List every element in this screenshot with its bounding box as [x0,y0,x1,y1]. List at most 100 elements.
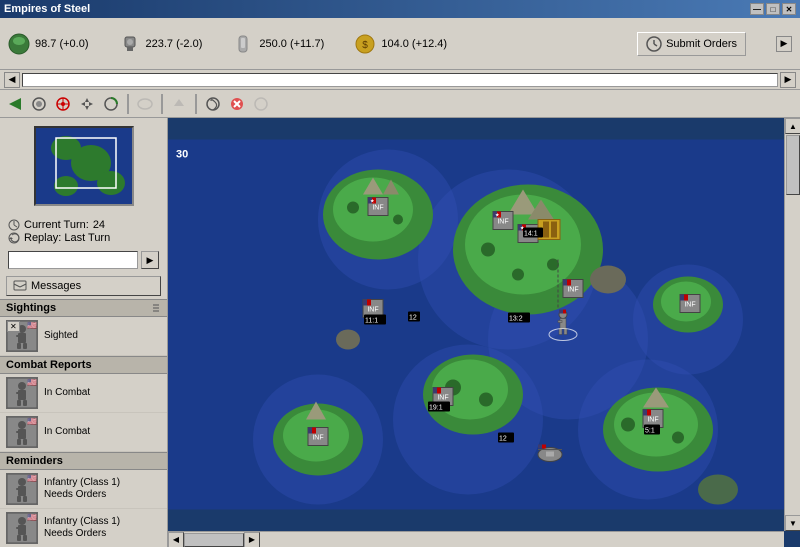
reminder-item-2[interactable]: 🇺🇸 Infantry (Class 1) Needs Orders [0,509,167,547]
panel-info: Current Turn: 24 Replay: Last Turn [0,214,167,249]
map-unit-group-5: INF [680,295,700,313]
combat-reports-label: Combat Reports [6,359,92,371]
map-scroll-thumb-h[interactable] [184,533,244,547]
messages-icon [13,279,27,293]
svg-text:14:1: 14:1 [524,231,538,238]
minimize-button[interactable]: — [750,3,764,15]
map-unit-group-2: INF ★ [493,212,513,230]
reminder-unit-label-2: Infantry (Class 1) Needs Orders [44,516,120,540]
reminder-item-label1-1: Infantry (Class 1) [44,477,120,488]
map-scroll-left[interactable]: ◀ [168,532,184,547]
map-scrollbar-horizontal[interactable]: ◀ ▶ [168,531,784,547]
reminder-flag-1: 🇺🇸 [27,474,37,483]
map-unit-group-4: INF [563,280,583,298]
replay-input[interactable] [8,251,138,269]
sightings-unit-label-1: Sighted [44,330,78,342]
reminder-flag-2: 🇺🇸 [27,513,37,522]
svg-text:12: 12 [409,315,417,322]
current-turn-value: 24 [93,219,105,231]
resource-bar: 98.7 (+0.0) 223.7 (-2.0) 250.0 (+11.7) [0,18,800,70]
map-unit-group-7: INF [308,428,328,446]
replay-row: Replay: Last Turn [8,232,159,244]
tool-move-btn[interactable] [76,93,98,115]
clock-icon [646,36,662,52]
combat-item-label-2: In Combat [44,426,90,437]
resource-value-4: 104.0 (+12.4) [381,38,447,50]
svg-text:INF: INF [647,417,658,424]
toolbar [0,90,800,118]
left-panel: Current Turn: 24 Replay: Last Turn ▶ [0,118,168,547]
svg-text:19:1: 19:1 [429,405,443,412]
tool-back-btn[interactable] [4,93,26,115]
resource-item-2: 223.7 (-2.0) [119,33,203,55]
scroll-track[interactable] [22,73,778,87]
resource-icon-4: $ [354,33,376,55]
current-turn-row: Current Turn: 24 [8,219,159,231]
combat-item-1[interactable]: 🇺🇸 In Combat [0,374,167,413]
map-scroll-right[interactable]: ▶ [244,532,260,547]
content-area: Current Turn: 24 Replay: Last Turn ▶ [0,118,800,547]
resource-item-1: 98.7 (+0.0) [8,33,89,55]
reminder-item-label2-1: Needs Orders [44,489,106,500]
combat-unit-icon-1: 🇺🇸 [6,377,38,409]
svg-text:13:2: 13:2 [509,316,523,323]
svg-text:INF: INF [367,307,378,314]
tool-x-btn[interactable] [226,93,248,115]
map-svg: 30 INF 🇺🇸 ★ INF ★ [168,118,784,531]
tool-circle1-btn[interactable] [28,93,50,115]
sightings-item-1[interactable]: ✕ 🇺🇸 Sighted [0,317,167,356]
reminder-item-1[interactable]: 🇺🇸 Infantry (Class 1) Needs Orders [0,470,167,509]
title-bar: Empires of Steel — □ ✕ [0,0,800,18]
reminder-item-label2-2: Needs Orders [44,528,106,539]
map-area[interactable]: 30 INF 🇺🇸 ★ INF ★ [168,118,800,547]
svg-text:INF: INF [567,287,578,294]
close-button[interactable]: ✕ [782,3,796,15]
combat-unit-label-2: In Combat [44,426,90,438]
minimap[interactable] [34,126,134,206]
combat-reports-header: Combat Reports [0,356,167,374]
map-scroll-thumb-v[interactable] [786,135,800,195]
minimap-svg [36,128,132,204]
replay-input-area: ▶ [0,249,167,273]
resource-value-1: 98.7 (+0.0) [35,38,89,50]
svg-text:5:1: 5:1 [645,428,655,435]
sightings-unit-icon-1: ✕ 🇺🇸 [6,320,38,352]
resource-scroll-right[interactable]: ▶ [776,36,792,52]
messages-button[interactable]: Messages [6,276,161,296]
map-scrollbar-vertical[interactable]: ▲ ▼ [784,118,800,531]
svg-text:INF: INF [372,205,383,212]
main-window: 98.7 (+0.0) 223.7 (-2.0) 250.0 (+11.7) [0,18,800,547]
submit-orders-button[interactable]: Submit Orders [637,32,746,56]
sightings-header: Sightings [0,299,167,317]
svg-text:INF: INF [684,302,695,309]
combat-unit-label-1: In Combat [44,387,90,399]
tool-replay-btn[interactable] [202,93,224,115]
combat-unit-icon-2: 🇺🇸 [6,416,38,448]
svg-text:INF: INF [497,219,508,226]
scroll-right-arrow[interactable]: ▶ [780,72,796,88]
replay-go-button[interactable]: ▶ [141,251,159,269]
tool-patrol-btn[interactable] [100,93,122,115]
tool-oval-btn[interactable] [134,93,156,115]
combat-item-2[interactable]: 🇺🇸 In Combat [0,413,167,452]
resource-icon-3 [232,33,254,55]
map-scroll-down[interactable]: ▼ [785,515,800,531]
scroll-left-arrow[interactable]: ◀ [4,72,20,88]
sightings-flag-1: 🇺🇸 [27,321,37,330]
map-unit-group-1: INF 🇺🇸 ★ [368,197,392,216]
reminder-unit-icon-1: 🇺🇸 [6,473,38,505]
maximize-button[interactable]: □ [766,3,780,15]
tool-up-btn[interactable] [168,93,190,115]
turn-icon [8,219,20,231]
resource-value-2: 223.7 (-2.0) [146,38,203,50]
sightings-label: Sightings [6,302,56,314]
svg-text:$: $ [363,40,369,51]
tool-target-btn[interactable] [52,93,74,115]
map-scroll-up[interactable]: ▲ [785,118,800,134]
submit-orders-label: Submit Orders [666,38,737,50]
current-turn-label: Current Turn: [24,219,89,231]
sightings-item-label-1: Sighted [44,330,78,341]
tool-circle2-btn[interactable] [250,93,272,115]
reminders-header: Reminders [0,452,167,470]
reminders-label: Reminders [6,455,63,467]
